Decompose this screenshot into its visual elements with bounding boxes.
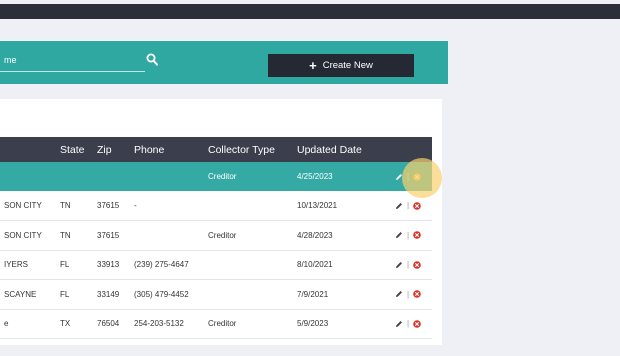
cell-phone: 254-203-5132 xyxy=(134,309,208,339)
cell-zip: 33149 xyxy=(97,279,134,310)
click-highlight-indicator xyxy=(402,158,442,198)
action-separator: | xyxy=(407,230,410,240)
cell-zip xyxy=(97,162,134,191)
cell-state: TX xyxy=(60,309,97,339)
action-separator: | xyxy=(407,260,410,270)
delete-circle-icon[interactable] xyxy=(413,260,421,269)
cell-city xyxy=(0,162,60,191)
pencil-icon[interactable] xyxy=(395,290,403,298)
cell-updated-date: 4/25/2023 xyxy=(297,162,395,191)
table-header-row: State Zip Phone Collector Type Updated D… xyxy=(0,137,432,162)
column-header-collector-type[interactable]: Collector Type xyxy=(208,137,297,162)
search-icon[interactable] xyxy=(146,53,158,67)
cell-updated-date: 5/9/2023 xyxy=(297,309,395,339)
row-actions: | xyxy=(395,231,432,240)
column-header-zip[interactable]: Zip xyxy=(97,137,134,162)
cell-actions: | xyxy=(395,250,432,280)
cell-zip: 37615 xyxy=(97,191,134,221)
table-row[interactable]: e TX 76504 254-203-5132 Creditor 5/9/2023 | xyxy=(0,309,432,339)
action-separator: | xyxy=(407,319,410,329)
cell-state xyxy=(60,162,97,191)
cell-state: FL xyxy=(60,279,97,310)
column-header-phone[interactable]: Phone xyxy=(134,137,208,162)
cell-actions: | xyxy=(395,309,432,339)
pencil-icon[interactable] xyxy=(395,202,403,210)
cell-zip: 76504 xyxy=(97,309,134,339)
delete-circle-icon[interactable] xyxy=(413,319,421,328)
table-row[interactable]: SCAYNE FL 33149 (305) 479-4452 7/9/2021 | xyxy=(0,279,432,310)
cell-state: TN xyxy=(60,220,97,251)
cell-actions: | xyxy=(395,279,432,310)
cell-phone: - xyxy=(134,191,208,221)
cell-updated-date: 10/13/2021 xyxy=(297,191,395,221)
cell-updated-date: 4/28/2023 xyxy=(297,220,395,251)
table-row[interactable]: Creditor4/25/2023| xyxy=(0,162,432,191)
cell-phone xyxy=(134,220,208,251)
cell-city: IYERS xyxy=(0,250,60,280)
row-actions: | xyxy=(395,260,432,269)
row-actions: | xyxy=(395,201,432,210)
cell-city: e xyxy=(0,309,60,339)
row-actions: | xyxy=(395,290,432,299)
cell-actions: | xyxy=(395,220,432,251)
cell-updated-date: 8/10/2021 xyxy=(297,250,395,280)
top-navigation-bar xyxy=(0,4,620,19)
cell-updated-date: 7/9/2021 xyxy=(297,279,395,310)
action-separator: | xyxy=(407,289,410,299)
create-new-label: Create New xyxy=(322,60,373,71)
cell-city: SON CITY xyxy=(0,191,60,221)
cell-zip: 33913 xyxy=(97,250,134,280)
cell-collector-type: Creditor xyxy=(208,220,297,251)
column-header-city[interactable] xyxy=(0,137,60,162)
cell-state: TN xyxy=(60,191,97,221)
cell-collector-type xyxy=(208,191,297,221)
plus-icon: + xyxy=(309,58,317,73)
table-row[interactable]: SON CITY TN 37615- 10/13/2021 | xyxy=(0,191,432,221)
cell-city: SCAYNE xyxy=(0,279,60,310)
action-separator: | xyxy=(407,201,410,210)
pencil-icon[interactable] xyxy=(395,231,403,239)
search-input[interactable]: me xyxy=(4,55,17,65)
delete-circle-icon[interactable] xyxy=(413,231,421,240)
table-row[interactable]: IYERS FL 33913 (239) 275-4647 8/10/2021 | xyxy=(0,250,432,280)
collectors-table: State Zip Phone Collector Type Updated D… xyxy=(0,137,432,339)
cell-state: FL xyxy=(60,250,97,280)
search-input-underline xyxy=(0,71,145,72)
column-header-state[interactable]: State xyxy=(60,137,97,162)
cell-zip: 37615 xyxy=(97,220,134,251)
cell-collector-type: Creditor xyxy=(208,309,297,339)
collectors-table-panel: State Zip Phone Collector Type Updated D… xyxy=(0,99,442,345)
cell-collector-type: Creditor xyxy=(208,162,297,191)
cell-phone: (239) 275-4647 xyxy=(134,250,208,280)
row-actions: | xyxy=(395,319,432,328)
cell-collector-type xyxy=(208,279,297,310)
pencil-icon[interactable] xyxy=(395,320,403,328)
column-header-updated-date[interactable]: Updated Date xyxy=(297,137,395,162)
create-new-button[interactable]: + Create New xyxy=(268,54,414,77)
delete-circle-icon[interactable] xyxy=(413,290,421,299)
cell-collector-type xyxy=(208,250,297,280)
cell-phone xyxy=(134,162,208,191)
cell-phone: (305) 479-4452 xyxy=(134,279,208,310)
search-toolbar: me + Create New xyxy=(0,41,448,84)
table-row[interactable]: SON CITY TN 37615 Creditor 4/28/2023 | xyxy=(0,220,432,251)
cell-city: SON CITY xyxy=(0,220,60,251)
pencil-icon[interactable] xyxy=(395,261,403,269)
delete-circle-icon[interactable] xyxy=(413,201,421,210)
